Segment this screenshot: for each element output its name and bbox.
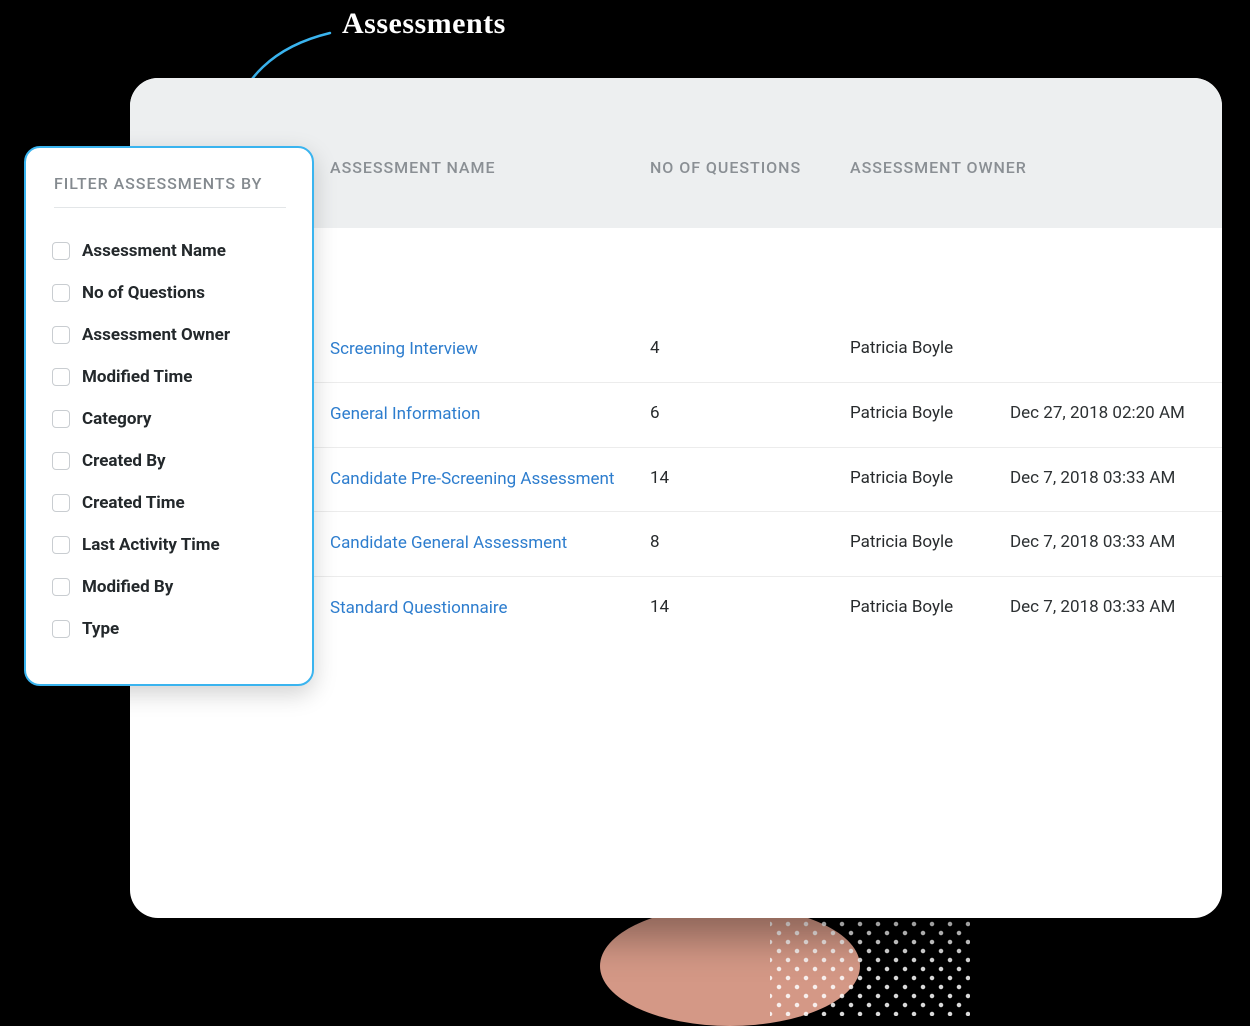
cell-modified: Dec 7, 2018 03:33 AM bbox=[1010, 597, 1222, 617]
filter-item-label: Created Time bbox=[82, 493, 185, 513]
filter-item-modified-by[interactable]: Modified By bbox=[52, 566, 286, 608]
cell-owner: Patricia Boyle bbox=[850, 338, 1010, 358]
checkbox-icon[interactable] bbox=[52, 536, 70, 554]
filter-item-category[interactable]: Category bbox=[52, 398, 286, 440]
assessment-link[interactable]: Candidate General Assessment bbox=[330, 533, 567, 553]
cell-owner: Patricia Boyle bbox=[850, 532, 1010, 552]
checkbox-icon[interactable] bbox=[52, 242, 70, 260]
filter-item-label: Modified By bbox=[82, 577, 173, 597]
cell-owner: Patricia Boyle bbox=[850, 597, 1010, 617]
filter-item-modified-time[interactable]: Modified Time bbox=[52, 356, 286, 398]
checkbox-icon[interactable] bbox=[52, 578, 70, 596]
filter-item-label: Modified Time bbox=[82, 367, 192, 387]
checkbox-icon[interactable] bbox=[52, 326, 70, 344]
cell-modified: Dec 7, 2018 03:33 AM bbox=[1010, 532, 1222, 552]
checkbox-icon[interactable] bbox=[52, 620, 70, 638]
filter-item-label: Created By bbox=[82, 451, 166, 471]
cell-questions: 6 bbox=[650, 403, 850, 423]
assessment-link[interactable]: Candidate Pre-Screening Assessment bbox=[330, 469, 614, 489]
cell-owner: Patricia Boyle bbox=[850, 468, 1010, 488]
filter-panel: FILTER ASSESSMENTS BY Assessment Name No… bbox=[24, 146, 314, 686]
checkbox-icon[interactable] bbox=[52, 410, 70, 428]
checkbox-icon[interactable] bbox=[52, 452, 70, 470]
filter-item-assessment-name[interactable]: Assessment Name bbox=[52, 230, 286, 272]
cell-modified: Dec 27, 2018 02:20 AM bbox=[1010, 403, 1222, 423]
cell-modified: Dec 7, 2018 03:33 AM bbox=[1010, 468, 1222, 488]
filter-item-label: Category bbox=[82, 409, 151, 429]
filter-item-created-by[interactable]: Created By bbox=[52, 440, 286, 482]
filter-item-last-activity-time[interactable]: Last Activity Time bbox=[52, 524, 286, 566]
column-header-owner[interactable]: ASSESSMENT OWNER bbox=[850, 78, 1010, 177]
cell-questions: 4 bbox=[650, 338, 850, 358]
decorative-dots bbox=[770, 906, 970, 1016]
filter-item-no-of-questions[interactable]: No of Questions bbox=[52, 272, 286, 314]
filter-item-label: Type bbox=[82, 619, 119, 639]
column-header-questions[interactable]: NO OF QUESTIONS bbox=[650, 78, 850, 177]
assessment-link[interactable]: Screening Interview bbox=[330, 339, 478, 359]
assessment-link[interactable]: Standard Questionnaire bbox=[330, 598, 508, 618]
filter-item-type[interactable]: Type bbox=[52, 608, 286, 650]
filter-item-label: Last Activity Time bbox=[82, 535, 220, 555]
filter-item-label: No of Questions bbox=[82, 283, 205, 303]
cell-questions: 8 bbox=[650, 532, 850, 552]
filter-item-label: Assessment Name bbox=[82, 241, 226, 261]
checkbox-icon[interactable] bbox=[52, 368, 70, 386]
filter-item-created-time[interactable]: Created Time bbox=[52, 482, 286, 524]
assessment-link[interactable]: General Information bbox=[330, 404, 480, 424]
column-header-name[interactable]: ASSESSMENT NAME bbox=[330, 78, 650, 177]
filter-panel-title: FILTER ASSESSMENTS BY bbox=[54, 174, 286, 208]
checkbox-icon[interactable] bbox=[52, 494, 70, 512]
checkbox-icon[interactable] bbox=[52, 284, 70, 302]
filter-item-assessment-owner[interactable]: Assessment Owner bbox=[52, 314, 286, 356]
cell-questions: 14 bbox=[650, 468, 850, 488]
annotation-label: Assessments bbox=[342, 7, 506, 41]
cell-owner: Patricia Boyle bbox=[850, 403, 1010, 423]
filter-item-label: Assessment Owner bbox=[82, 325, 230, 345]
cell-questions: 14 bbox=[650, 597, 850, 617]
